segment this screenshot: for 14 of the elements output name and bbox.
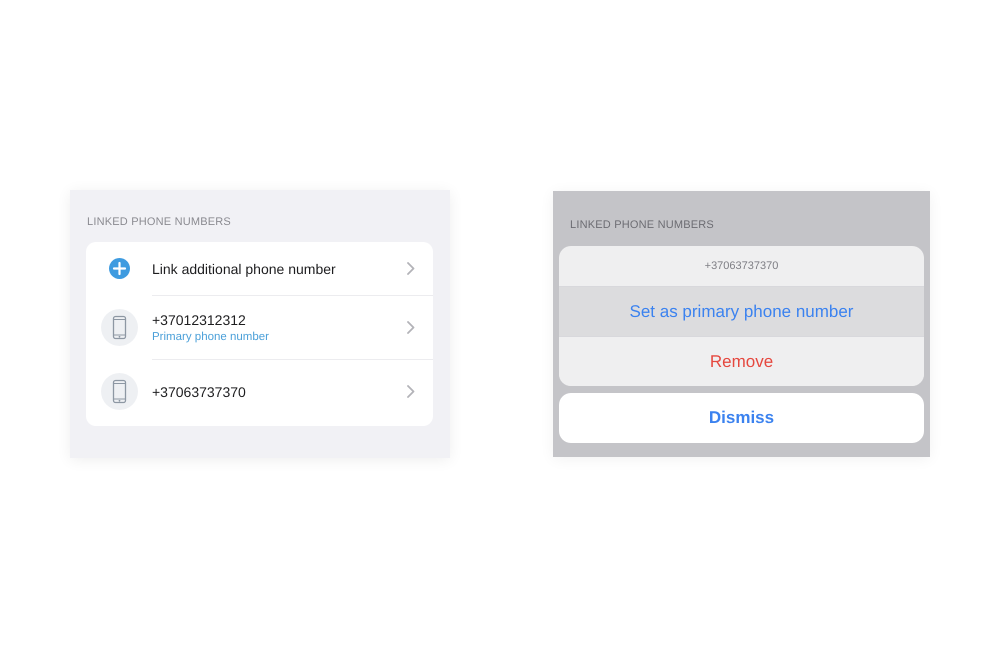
- add-icon: [108, 258, 130, 279]
- chevron-icon: [407, 321, 415, 334]
- chevron-icon: [407, 385, 415, 398]
- chevron-icon: [407, 262, 415, 275]
- section-header: LINKED PHONE NUMBERS: [87, 216, 231, 228]
- sheet-title: +37063737370: [704, 260, 778, 272]
- section-header: LINKED PHONE NUMBERS: [570, 219, 714, 231]
- link-number-label[interactable]: Link additional phone number: [152, 260, 336, 276]
- phone-number[interactable]: +37063737370: [152, 384, 246, 400]
- phone-icon: [100, 372, 138, 410]
- phone-icon: [100, 308, 138, 346]
- primary-label: Primary phone number: [152, 331, 269, 343]
- phone-number[interactable]: +37012312312: [152, 312, 246, 328]
- dismiss-button[interactable]: Dismiss: [559, 393, 924, 443]
